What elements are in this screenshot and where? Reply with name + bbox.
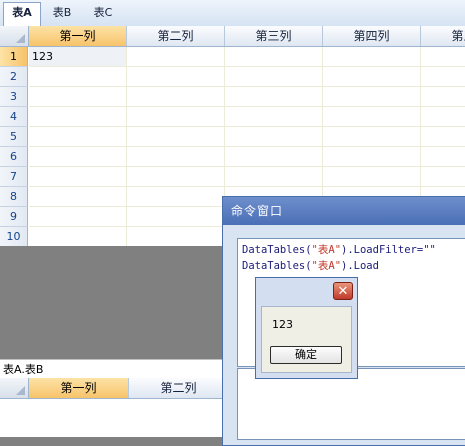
tab-table-a[interactable]: 表A (3, 2, 41, 26)
row-header-6[interactable]: 6 (0, 147, 28, 167)
gridline (29, 146, 465, 147)
column-header-2[interactable]: 第二列 (127, 26, 225, 46)
sub-column-header-row: 第一列 第二列 (0, 378, 222, 399)
gridline (29, 126, 465, 127)
command-window-title[interactable]: 命令窗口 (223, 197, 465, 225)
message-text: 123 (272, 318, 293, 331)
gridline (126, 47, 127, 246)
row-header-3[interactable]: 3 (0, 87, 28, 107)
sheet-tab-bar: 表A 表B 表C (0, 0, 465, 27)
gridline (29, 166, 465, 167)
sub-data-grid: 第一列 第二列 (0, 378, 222, 437)
gridline (29, 66, 465, 67)
row-header-5[interactable]: 5 (0, 127, 28, 147)
gridline (29, 86, 465, 87)
row-header-4[interactable]: 4 (0, 107, 28, 127)
row-header-2[interactable]: 2 (0, 67, 28, 87)
row-header-10[interactable]: 10 (0, 227, 28, 246)
gridline (29, 186, 465, 187)
column-header-row: 第一列 第二列 第三列 第四列 第五列 (0, 26, 465, 47)
grid-cell-r1c1[interactable]: 123 (29, 47, 126, 66)
tab-table-c[interactable]: 表C (85, 3, 121, 24)
row-header-9[interactable]: 9 (0, 207, 28, 227)
close-icon[interactable]: ✕ (333, 282, 353, 300)
column-header-1[interactable]: 第一列 (29, 26, 127, 46)
message-box: ✕ 123 确定 (255, 277, 358, 379)
ok-button[interactable]: 确定 (270, 346, 342, 364)
code-line: DataTables("表A").LoadFilter="" (242, 244, 436, 256)
sub-select-all-corner[interactable] (0, 378, 29, 398)
row-header-7[interactable]: 7 (0, 167, 28, 187)
sub-column-header-1[interactable]: 第一列 (29, 378, 129, 398)
row-header-1[interactable]: 1 (0, 47, 28, 67)
select-all-corner[interactable] (0, 26, 29, 46)
tab-table-b[interactable]: 表B (44, 3, 80, 24)
code-line: DataTables("表A").Load (242, 260, 379, 272)
column-header-4[interactable]: 第四列 (323, 26, 421, 46)
column-header-3[interactable]: 第三列 (225, 26, 323, 46)
sub-table-label: 表A.表B (0, 359, 240, 378)
column-header-5[interactable]: 第五列 (421, 26, 465, 46)
row-header-8[interactable]: 8 (0, 187, 28, 207)
gridline (29, 106, 465, 107)
sub-column-header-2[interactable]: 第二列 (129, 378, 222, 398)
